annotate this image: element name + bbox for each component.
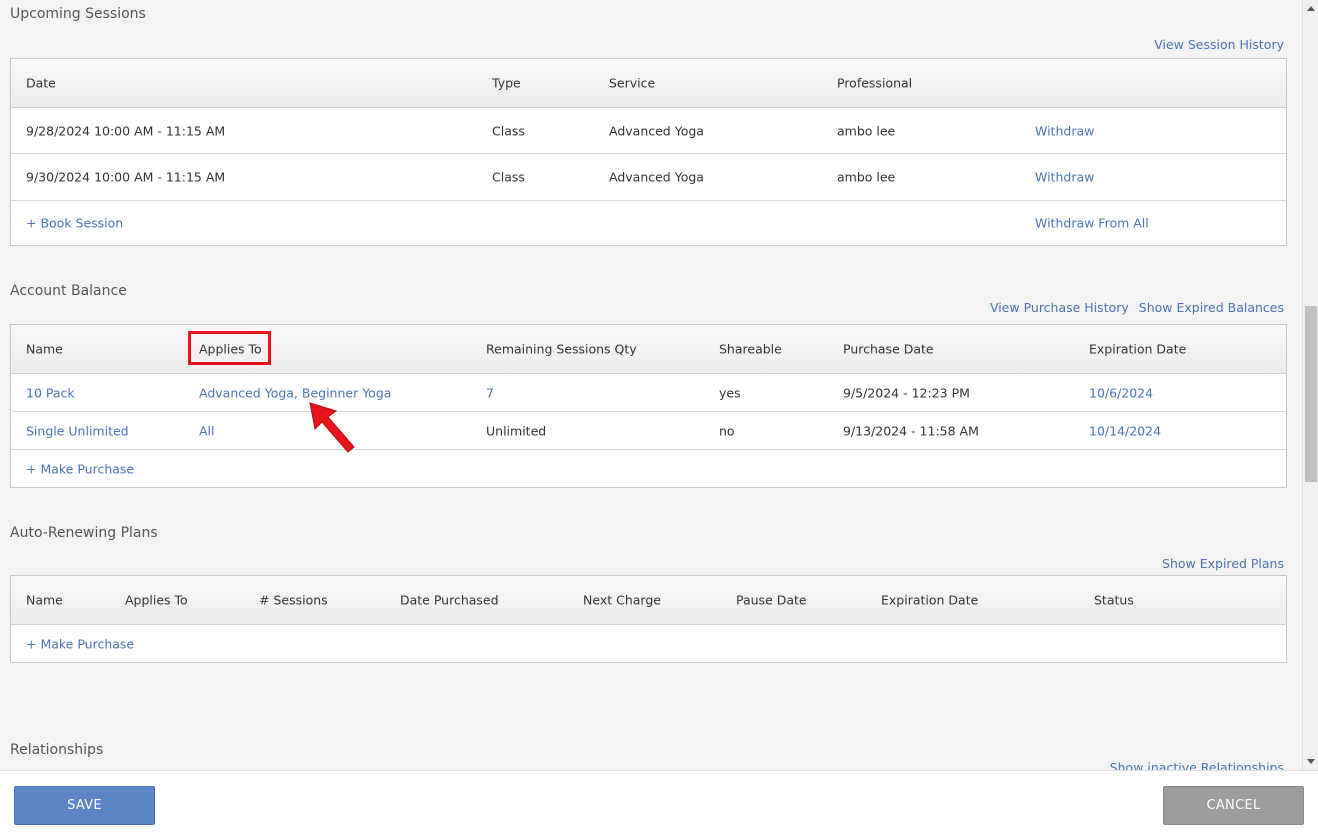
shareable-value: yes — [719, 385, 741, 400]
expiration-date-link[interactable]: 10/14/2024 — [1089, 423, 1161, 438]
scroll-down-icon[interactable] — [1307, 759, 1315, 764]
book-session-link[interactable]: + Book Session — [26, 216, 123, 231]
remaining-sessions-link[interactable]: 7 — [486, 385, 494, 400]
show-expired-plans-link[interactable]: Show Expired Plans — [1162, 556, 1284, 571]
plans-links: Show Expired Plans — [1156, 556, 1284, 571]
table-header: Date Type Service Professional — [11, 59, 1286, 108]
table-header: Name Applies To Remaining Sessions Qty S… — [11, 325, 1286, 374]
vertical-scrollbar[interactable] — [1302, 0, 1318, 770]
col-purchase-date: Purchase Date — [843, 341, 934, 357]
col-pause-date: Pause Date — [736, 592, 807, 608]
balance-name-link[interactable]: 10 Pack — [26, 385, 75, 400]
relationships-title: Relationships — [10, 742, 104, 758]
table-row: + Book Session Withdraw From All — [11, 201, 1286, 245]
table-row: + Make Purchase — [11, 625, 1286, 662]
account-balance-title: Account Balance — [10, 283, 127, 299]
session-professional: ambo lee — [837, 123, 896, 138]
show-inactive-relationships-link[interactable]: Show inactive Relationships — [1110, 760, 1284, 770]
relationships-links: Show inactive Relationships — [1104, 760, 1284, 770]
auto-renewing-plans-table: Name Applies To # Sessions Date Purchase… — [10, 575, 1287, 663]
auto-renewing-plans-title: Auto-Renewing Plans — [10, 525, 158, 541]
show-expired-balances-link[interactable]: Show Expired Balances — [1139, 300, 1284, 315]
table-row: 10 Pack Advanced Yoga, Beginner Yoga 7 y… — [11, 374, 1286, 412]
make-purchase-link[interactable]: + Make Purchase — [26, 636, 134, 651]
view-session-history-link[interactable]: View Session History — [1154, 37, 1284, 52]
table-header: Name Applies To # Sessions Date Purchase… — [11, 576, 1286, 625]
table-row: Single Unlimited All Unlimited no 9/13/2… — [11, 412, 1286, 450]
view-purchase-history-link[interactable]: View Purchase History — [990, 300, 1129, 315]
withdraw-link[interactable]: Withdraw — [1035, 170, 1094, 185]
session-date: 9/30/2024 10:00 AM - 11:15 AM — [26, 169, 226, 185]
col-date: Date — [26, 75, 56, 91]
highlight-box — [188, 331, 271, 365]
balance-links: View Purchase History Show Expired Balan… — [984, 300, 1284, 315]
session-service: Advanced Yoga — [609, 169, 704, 185]
main-content: Upcoming Sessions View Session History D… — [0, 0, 1302, 770]
col-service: Service — [609, 75, 656, 91]
session-type: Class — [492, 123, 525, 138]
annotation-arrow-icon — [309, 402, 355, 453]
purchase-date-value: 9/13/2024 - 11:58 AM — [843, 423, 979, 438]
col-applies-to: Applies To — [125, 592, 188, 608]
upcoming-links: View Session History — [1148, 37, 1284, 52]
session-date: 9/28/2024 10:00 AM - 11:15 AM — [26, 123, 226, 138]
expiration-date-link[interactable]: 10/6/2024 — [1089, 385, 1153, 400]
col-sessions: # Sessions — [259, 592, 328, 608]
remaining-sessions-value: Unlimited — [486, 423, 547, 438]
cancel-button[interactable]: CANCEL — [1163, 786, 1304, 825]
withdraw-from-all-link[interactable]: Withdraw From All — [1035, 216, 1149, 231]
col-remaining-sessions: Remaining Sessions Qty — [486, 341, 637, 357]
session-type: Class — [492, 169, 525, 185]
account-balance-table: Name Applies To Remaining Sessions Qty S… — [10, 324, 1287, 488]
table-row: 9/28/2024 10:00 AM - 11:15 AM Class Adva… — [11, 108, 1286, 154]
col-status: Status — [1094, 592, 1134, 608]
applies-to-link[interactable]: All — [199, 423, 215, 438]
col-next-charge: Next Charge — [583, 592, 661, 608]
balance-name-link[interactable]: Single Unlimited — [26, 423, 129, 438]
withdraw-link[interactable]: Withdraw — [1035, 123, 1094, 138]
col-date-purchased: Date Purchased — [400, 592, 499, 608]
upcoming-sessions-title: Upcoming Sessions — [10, 6, 146, 22]
table-row: 9/30/2024 10:00 AM - 11:15 AM Class Adva… — [11, 154, 1286, 201]
table-row: + Make Purchase — [11, 450, 1286, 487]
shareable-value: no — [719, 423, 735, 438]
col-name: Name — [26, 341, 63, 357]
make-purchase-link[interactable]: + Make Purchase — [26, 461, 134, 476]
applies-to-link[interactable]: Advanced Yoga, Beginner Yoga — [199, 385, 391, 400]
col-professional: Professional — [837, 75, 913, 91]
col-expiration-date: Expiration Date — [1089, 341, 1187, 357]
footer-bar: SAVE CANCEL — [0, 770, 1318, 835]
col-type: Type — [492, 75, 521, 91]
col-name: Name — [26, 592, 63, 608]
session-professional: ambo lee — [837, 169, 896, 185]
col-shareable: Shareable — [719, 341, 782, 357]
upcoming-sessions-table: Date Type Service Professional 9/28/2024… — [10, 58, 1287, 246]
session-service: Advanced Yoga — [609, 123, 704, 138]
col-expiration-date: Expiration Date — [881, 592, 979, 608]
scroll-up-icon[interactable] — [1307, 6, 1315, 11]
purchase-date-value: 9/5/2024 - 12:23 PM — [843, 385, 970, 400]
scrollbar-thumb[interactable] — [1305, 306, 1317, 482]
save-button[interactable]: SAVE — [14, 786, 155, 825]
